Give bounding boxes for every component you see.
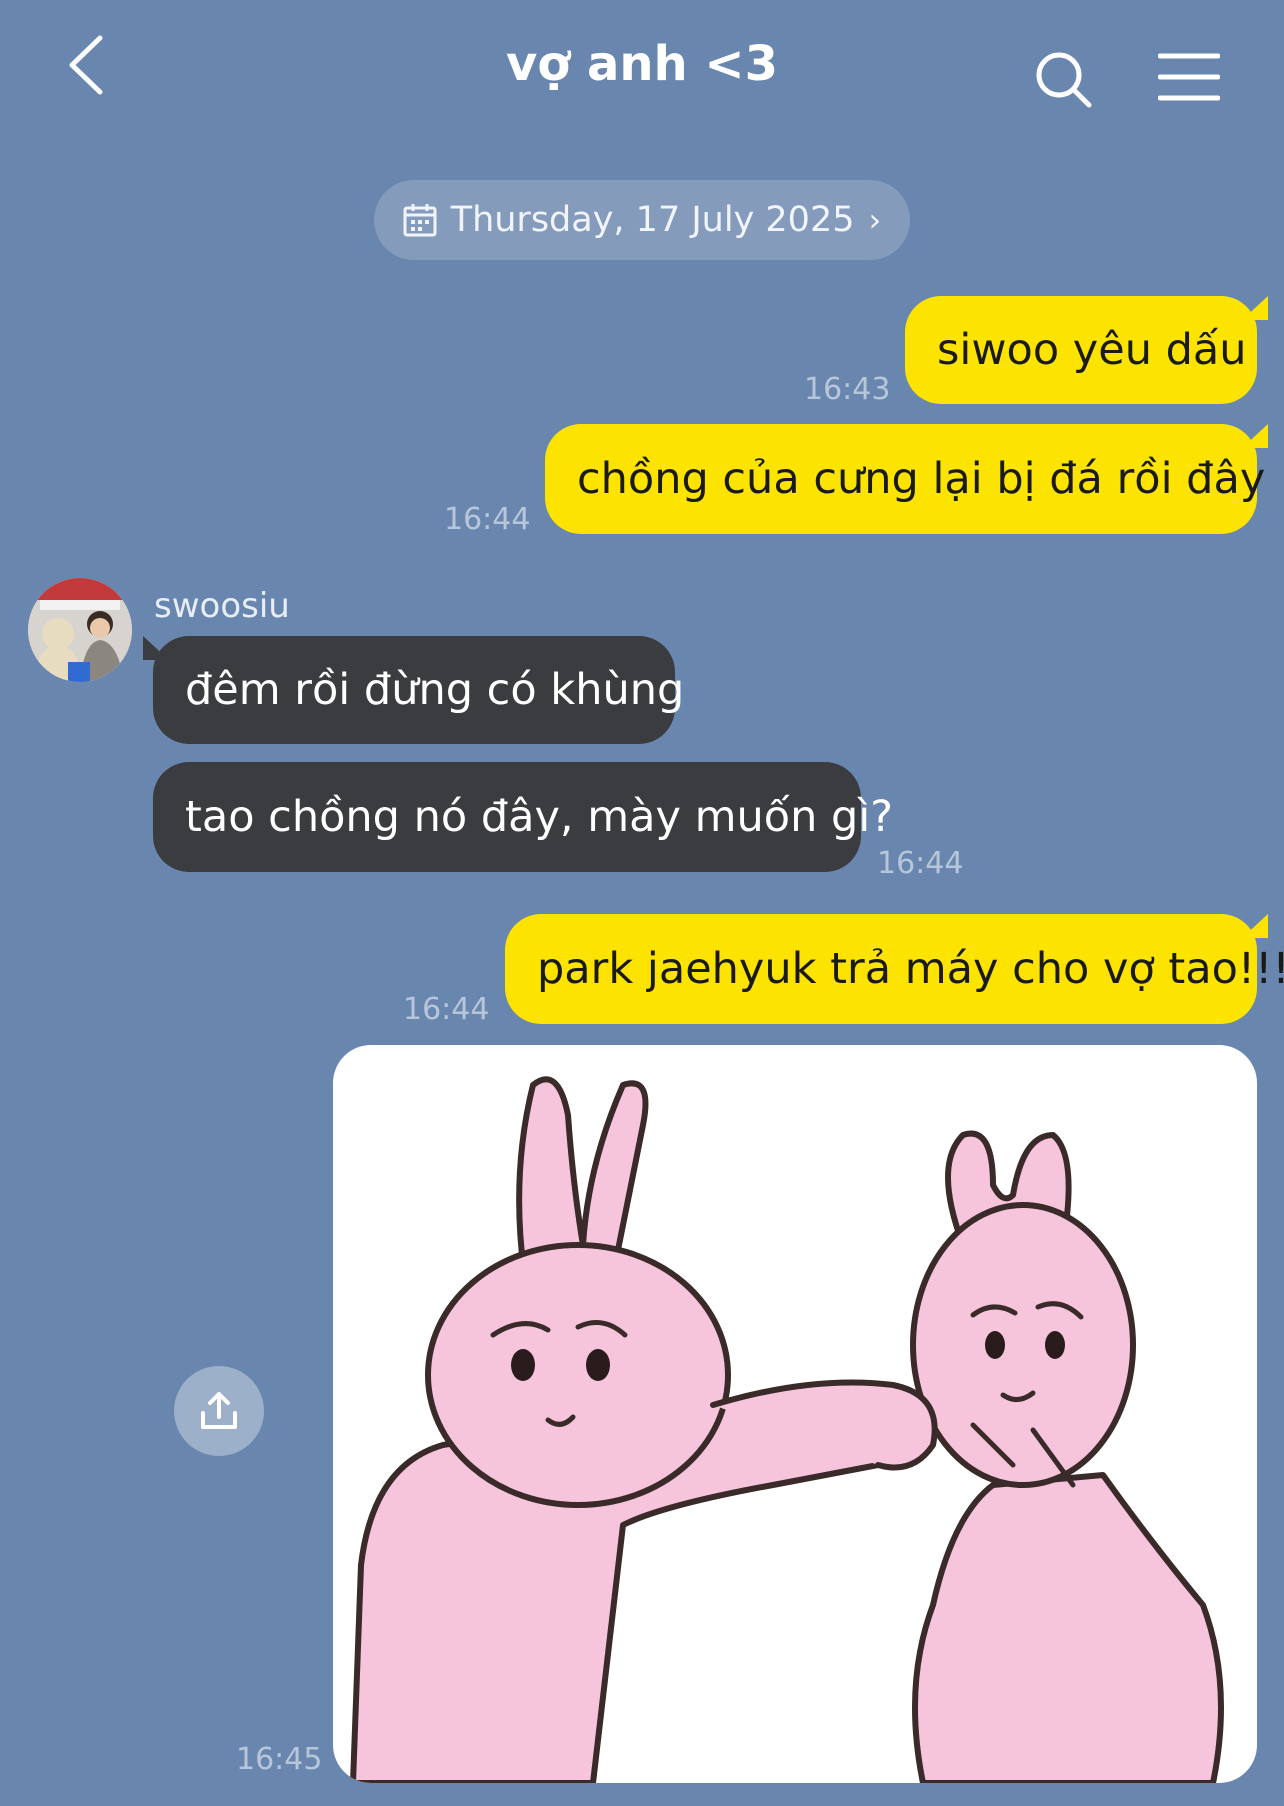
chevron-right-icon: › <box>868 201 882 239</box>
calendar-icon <box>403 204 437 237</box>
bubble-tail <box>1242 914 1268 938</box>
sticker-message[interactable] <box>333 1045 1257 1783</box>
hamburger-menu-icon <box>1157 53 1221 101</box>
message-time: 16:43 <box>804 372 891 407</box>
date-divider[interactable]: Thursday, 17 July 2025 › <box>374 180 910 260</box>
message-text: tao chồng nó đây, mày muốn gì? <box>185 792 894 842</box>
menu-button[interactable] <box>1157 52 1221 102</box>
search-button[interactable] <box>1034 50 1094 110</box>
message-text: chồng của cưng lại bị đá rồi đây <box>577 454 1266 504</box>
message-text: đêm rồi đừng có khùng <box>185 665 685 715</box>
incoming-message[interactable]: tao chồng nó đây, mày muốn gì? <box>153 762 893 872</box>
outgoing-message[interactable]: park jaehyuk trả máy cho vợ tao!!! <box>505 914 1284 1024</box>
outgoing-message[interactable]: chồng của cưng lại bị đá rồi đây <box>545 424 1265 534</box>
message-text: siwoo yêu dấu <box>937 325 1247 375</box>
rabbit-sticker <box>350 1076 1224 1783</box>
bubble-tail <box>1242 296 1268 320</box>
bubble-tail <box>1242 424 1268 448</box>
message-time: 16:44 <box>403 992 490 1027</box>
share-upload-icon <box>201 1392 237 1429</box>
search-icon <box>1036 52 1092 108</box>
avatar-photo <box>28 578 132 682</box>
sender-name: swoosiu <box>154 586 290 626</box>
message-time: 16:44 <box>877 846 964 881</box>
bubble-tail <box>143 636 169 660</box>
outgoing-message[interactable]: siwoo yêu dấu <box>905 296 1257 404</box>
message-time: 16:45 <box>236 1742 323 1777</box>
date-label: Thursday, 17 July 2025 <box>450 200 855 240</box>
share-button[interactable] <box>174 1366 264 1456</box>
incoming-message[interactable]: đêm rồi đừng có khùng <box>153 636 684 744</box>
message-text: park jaehyuk trả máy cho vợ tao!!! <box>537 944 1284 994</box>
message-time: 16:44 <box>444 502 531 537</box>
avatar[interactable] <box>28 578 132 682</box>
